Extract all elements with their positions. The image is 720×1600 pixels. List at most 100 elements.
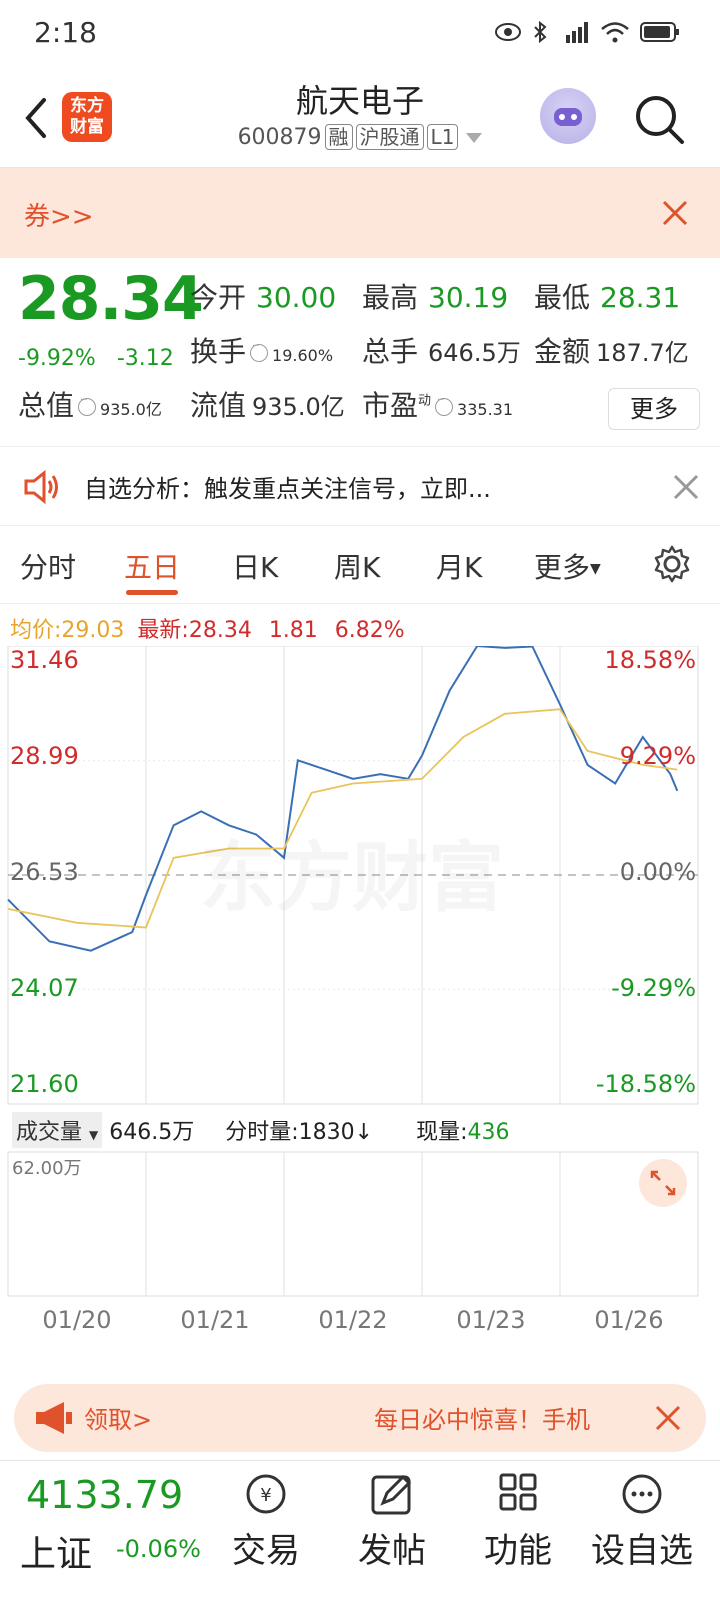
float-field: 流值 935.0亿	[190, 384, 345, 424]
float-label: 流值	[190, 389, 247, 422]
post-button[interactable]: 发帖	[332, 1471, 452, 1572]
info-icon[interactable]	[78, 395, 97, 416]
promo-banner[interactable]: 领取> 每日必中惊喜！手机	[14, 1384, 706, 1452]
search-icon[interactable]	[632, 92, 686, 146]
volume-label: 总手	[362, 335, 419, 368]
amount-field: 金额 187.7亿	[534, 330, 689, 370]
x-tick-label: 01/21	[180, 1306, 249, 1334]
watchlist-label: 设自选	[591, 1531, 693, 1571]
tick-volume-label: 分时量:	[225, 1120, 299, 1145]
trade-label: 交易	[232, 1531, 300, 1571]
trade-button[interactable]: ¥ 交易	[206, 1471, 326, 1572]
tab-intraday[interactable]: 分时	[20, 546, 76, 586]
now-volume-label: 现量:	[416, 1120, 468, 1145]
close-icon[interactable]	[654, 1404, 682, 1432]
tab-daily-k[interactable]: 日K	[232, 546, 278, 586]
volume-dropdown-label: 成交量	[16, 1120, 83, 1145]
tick-volume-value: 1830↓	[298, 1120, 374, 1145]
coupon-strip[interactable]: 券>>	[0, 168, 720, 258]
turnover-field: 换手 19.60%	[190, 330, 333, 370]
mktcap-label: 总值	[18, 389, 75, 422]
tag-margin: 融	[324, 124, 353, 150]
chevron-down-icon	[466, 133, 483, 143]
change-abs: -3.12	[116, 346, 174, 371]
mktcap-value: 935.0亿	[100, 400, 162, 419]
avg-value: 29.03	[61, 618, 125, 643]
edit-icon	[371, 1474, 412, 1515]
now-volume-value: 436	[467, 1120, 510, 1145]
post-label: 发帖	[358, 1531, 426, 1571]
last-price: 28.34	[18, 264, 204, 334]
y-right-label: 18.58%	[604, 646, 696, 674]
caret-down-icon: ▼	[590, 561, 601, 577]
info-icon[interactable]	[435, 395, 454, 416]
tab-five-day[interactable]: 五日	[124, 546, 180, 586]
bluetooth-icon	[534, 20, 547, 44]
volume-dropdown[interactable]: 成交量 ▼	[12, 1112, 103, 1148]
notice-bar[interactable]: 自选分析：触发重点关注信号，立即...	[0, 446, 720, 526]
expand-icon[interactable]	[638, 1158, 688, 1208]
amount-label: 金额	[534, 335, 591, 368]
high-field: 最高 30.19	[362, 276, 508, 316]
stock-code-row[interactable]: 600879 融沪股通 L1	[0, 124, 720, 150]
index-name[interactable]: 上证	[20, 1525, 92, 1577]
turnover-label: 换手	[190, 335, 247, 368]
coupon-text: 券>>	[24, 202, 94, 232]
info-icon[interactable]	[250, 341, 269, 362]
function-button[interactable]: 功能	[458, 1471, 578, 1572]
float-value: 935.0亿	[252, 393, 345, 421]
tab-monthly-k[interactable]: 月K	[436, 546, 482, 586]
status-time: 2:18	[34, 16, 97, 49]
pe-value: 335.31	[457, 400, 514, 419]
notice-text: 自选分析：触发重点关注信号，立即...	[84, 475, 491, 503]
chart-tabs: 分时 五日 日K 周K 月K 更多▼	[0, 528, 720, 604]
turnover-value: 19.60%	[272, 346, 334, 365]
volume-header: 成交量 ▼ 646.5万 分时量:1830↓ 现量:436	[12, 1112, 712, 1148]
y-left-label: 21.60	[10, 1070, 79, 1098]
pe-sup: 动	[418, 393, 432, 409]
assistant-avatar-icon[interactable]	[540, 88, 596, 144]
quote-panel: 28.34 -9.92% -3.12 今开 30.00 最高 30.19 最低 28.…	[0, 258, 720, 444]
function-label: 功能	[484, 1531, 552, 1571]
trade-icon: ¥	[246, 1474, 286, 1514]
avg-label: 均价:	[10, 618, 62, 643]
add-watchlist-button[interactable]: 设自选	[582, 1471, 702, 1572]
active-tab-indicator	[126, 590, 178, 595]
speaker-icon	[24, 469, 58, 505]
high-value: 30.19	[428, 281, 509, 314]
latest-label: 最新:	[137, 618, 189, 643]
latest-value: 28.34	[188, 618, 252, 643]
y-left-label: 31.46	[10, 646, 79, 674]
latest-pct: 6.82%	[334, 618, 405, 643]
mktcap-field: 总值 935.0亿	[18, 384, 162, 424]
y-right-label: 0.00%	[619, 858, 696, 886]
close-icon[interactable]	[672, 473, 700, 501]
more-button[interactable]: 更多	[608, 388, 700, 430]
index-value[interactable]: 4133.79	[26, 1473, 183, 1517]
megaphone-icon	[36, 1402, 72, 1434]
volume-field: 总手 646.5万	[362, 330, 521, 370]
x-tick-label: 01/23	[456, 1306, 525, 1334]
volume-frame	[7, 1151, 699, 1297]
x-tick-label: 01/22	[318, 1306, 387, 1334]
open-value: 30.00	[256, 281, 337, 314]
battery-icon	[640, 22, 679, 42]
bottom-toolbar: 4133.79 上证 -0.06% ¥ 交易 发帖 功能 设自选	[0, 1460, 720, 1600]
tab-more-label: 更多	[534, 551, 591, 584]
stock-name: 航天电子	[295, 82, 424, 120]
five-day-chart[interactable]: 01/20 01/21 01/22 01/23 01/26 31.46 28.99 26…	[0, 646, 720, 1468]
signal-icon	[566, 22, 588, 43]
close-icon[interactable]	[660, 198, 690, 228]
gear-icon[interactable]	[652, 544, 692, 584]
grid-icon	[499, 1473, 537, 1511]
price-change: -9.92% -3.12	[18, 346, 174, 371]
tag-level: L1	[426, 124, 459, 150]
open-label: 今开	[190, 281, 247, 314]
average-row: 均价:29.03 最新:28.34 1.81 6.82%	[10, 612, 405, 644]
stock-header: 东方 财富 航天电子 600879 融沪股通 L1	[0, 70, 720, 168]
more-dots-icon	[622, 1474, 662, 1514]
pe-label: 市盈	[362, 389, 419, 422]
low-field: 最低 28.31	[534, 276, 680, 316]
tab-more[interactable]: 更多▼	[534, 546, 601, 586]
tab-weekly-k[interactable]: 周K	[334, 546, 380, 586]
